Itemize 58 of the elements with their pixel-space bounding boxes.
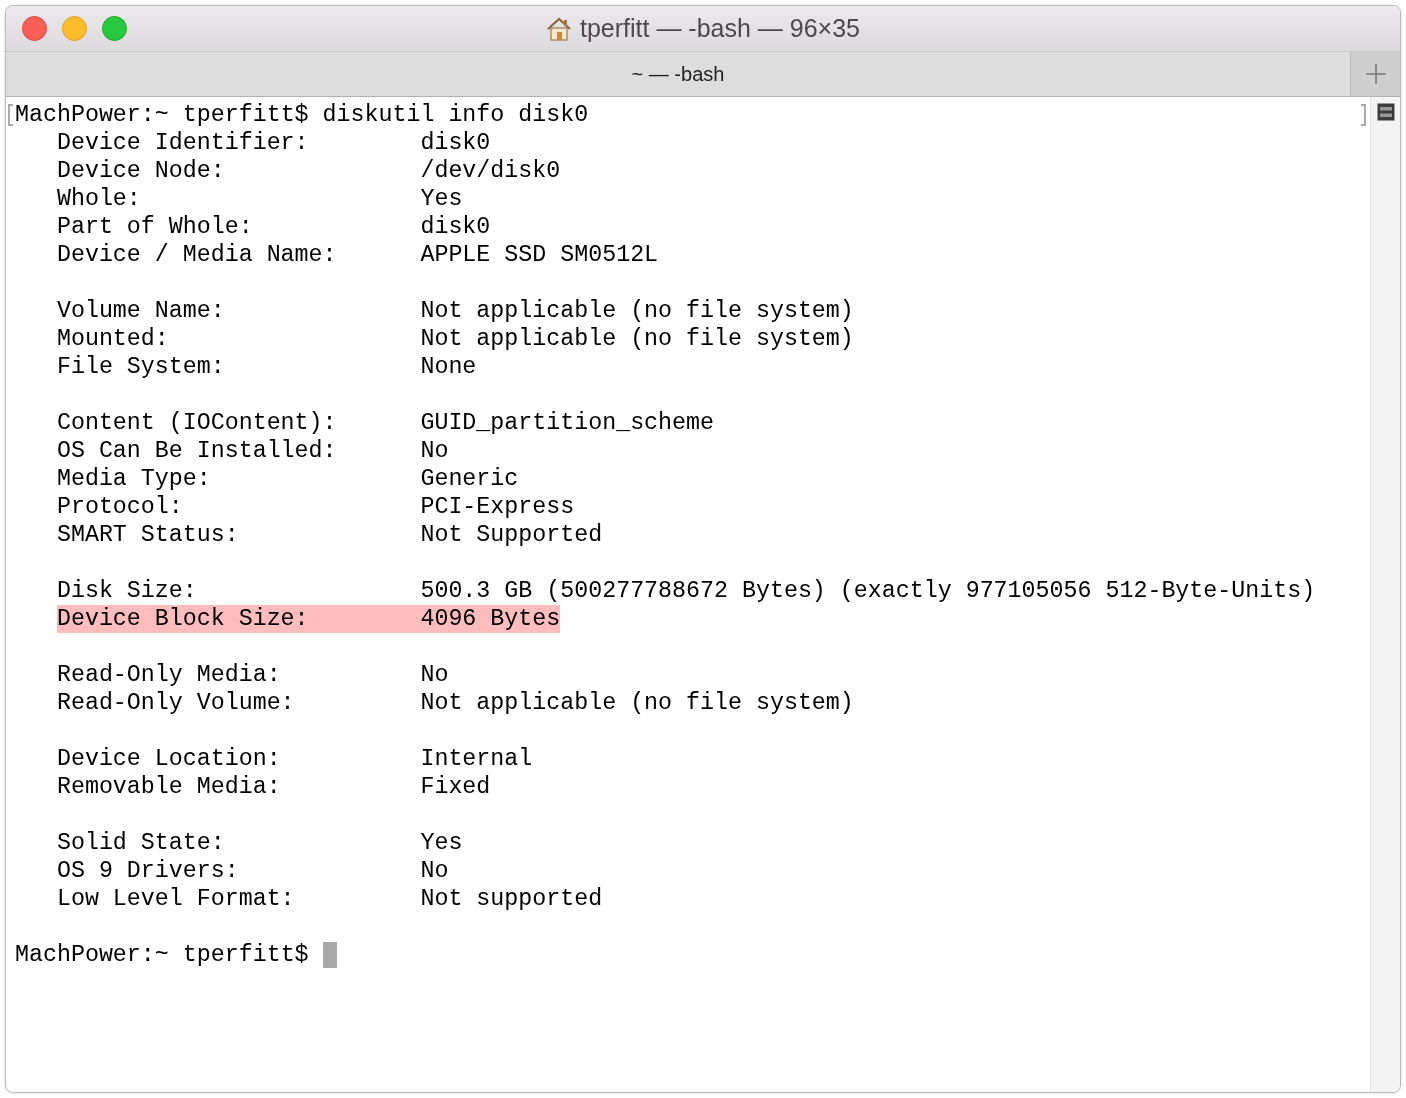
- field-value: PCI-Express: [420, 493, 575, 521]
- field-label: Part of Whole:: [56, 213, 254, 241]
- field-value: disk0: [420, 129, 491, 157]
- minimize-button[interactable]: [62, 16, 87, 41]
- field-label: Mounted:: [56, 325, 170, 353]
- field-value: 4096 Bytes: [420, 605, 561, 633]
- marks-icon: [1376, 103, 1395, 121]
- shell-prompt: MachPower:~ tperfitt$: [15, 941, 309, 969]
- field-value: Fixed: [420, 773, 491, 801]
- field-label: Whole:: [56, 185, 142, 213]
- close-button[interactable]: [22, 16, 47, 41]
- field-label: Content (IOContent):: [56, 409, 338, 437]
- field-label: Device Location:: [56, 745, 282, 773]
- field-value: No: [420, 661, 449, 689]
- field-label: Device Node:: [56, 157, 226, 185]
- field-value: Not applicable (no file system): [420, 689, 854, 717]
- field-label: Low Level Format:: [56, 885, 296, 913]
- window-title: tperfitt — -bash — 96×35: [580, 12, 860, 44]
- field-value: Not Supported: [420, 521, 603, 549]
- mark-bracket-icon: [1361, 104, 1366, 126]
- field-value: /dev/disk0: [420, 157, 561, 185]
- command-line: MachPower:~ tperfitt$ diskutil info disk0: [15, 101, 589, 129]
- new-tab-button[interactable]: [1350, 52, 1400, 96]
- field-value: GUID_partition_scheme: [420, 409, 714, 437]
- field-label: Protocol:: [56, 493, 184, 521]
- field-value: No: [420, 857, 449, 885]
- field-value: Generic: [420, 465, 519, 493]
- plus-icon: [1364, 63, 1387, 85]
- field-label: Disk Size:: [56, 577, 198, 605]
- field-label: Device Identifier:: [56, 129, 310, 157]
- field-label: OS 9 Drivers:: [56, 857, 240, 885]
- zoom-button[interactable]: [102, 16, 127, 41]
- field-value: Not applicable (no file system): [420, 297, 854, 325]
- field-label: OS Can Be Installed:: [56, 437, 338, 465]
- field-label: SMART Status:: [56, 521, 240, 549]
- field-value: None: [420, 353, 477, 381]
- house-icon: [546, 15, 572, 42]
- field-value: Not supported: [420, 885, 603, 913]
- field-label: Read-Only Volume:: [56, 689, 296, 717]
- field-label: Removable Media:: [56, 773, 282, 801]
- field-value: Not applicable (no file system): [420, 325, 854, 353]
- field-value: disk0: [420, 213, 491, 241]
- field-label: Device / Media Name:: [56, 241, 338, 269]
- mark-bracket-icon: [8, 104, 13, 126]
- field-label: Media Type:: [56, 465, 212, 493]
- field-label: Solid State:: [56, 829, 226, 857]
- field-value: Yes: [420, 185, 463, 213]
- field-value: 500.3 GB (500277788672 Bytes) (exactly 977105056 512-Byte-Units): [420, 577, 1316, 605]
- tab[interactable]: ~ — -bash: [6, 52, 1350, 96]
- field-value: No: [420, 437, 449, 465]
- field-value: Yes: [420, 829, 463, 857]
- cursor: [322, 942, 337, 968]
- field-label: Read-Only Media:: [56, 661, 282, 689]
- field-value: APPLE SSD SM0512L: [420, 241, 659, 269]
- field-label: Device Block Size:: [56, 605, 310, 633]
- field-label: Volume Name:: [56, 297, 226, 325]
- field-value: Internal: [420, 745, 533, 773]
- field-label: File System:: [56, 353, 226, 381]
